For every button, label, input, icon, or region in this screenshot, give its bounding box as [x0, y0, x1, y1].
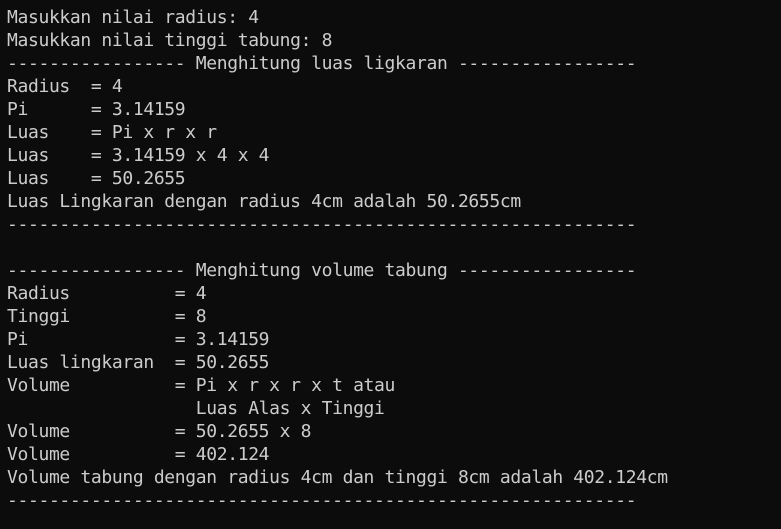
- output-line: Volume = 50.2655 x 8: [7, 421, 312, 442]
- output-line: Luas = Pi x r x r: [7, 122, 217, 143]
- output-line: Pi = 3.14159: [7, 329, 270, 350]
- separator-line: ----------------------------------------…: [7, 490, 637, 511]
- cylinder-volume-result: Volume tabung dengan radius 4cm dan ting…: [7, 467, 668, 488]
- output-line: Volume = Pi x r x r x t atau: [7, 375, 396, 396]
- output-line: Radius = 4: [7, 283, 207, 304]
- output-line: Radius = 4: [7, 76, 123, 97]
- prompt-radius-input: Masukkan nilai radius: 4: [7, 7, 259, 28]
- output-line: Luas = 3.14159 x 4 x 4: [7, 145, 270, 166]
- output-line: Luas lingkaran = 50.2655: [7, 352, 270, 373]
- output-line: Luas = 50.2655: [7, 168, 186, 189]
- output-line: Pi = 3.14159: [7, 99, 186, 120]
- separator-line: ----------------------------------------…: [7, 214, 637, 235]
- output-line: Luas Alas x Tinggi: [7, 398, 385, 419]
- output-line: Volume = 402.124: [7, 444, 270, 465]
- prompt-height-input: Masukkan nilai tinggi tabung: 8: [7, 30, 333, 51]
- section-header-cylinder-volume: ----------------- Menghitung volume tabu…: [7, 260, 637, 281]
- output-line: Tinggi = 8: [7, 306, 207, 327]
- section-header-circle-area: ----------------- Menghitung luas ligkar…: [7, 53, 637, 74]
- circle-area-result: Luas Lingkaran dengan radius 4cm adalah …: [7, 191, 521, 212]
- terminal-output[interactable]: Masukkan nilai radius: 4 Masukkan nilai …: [0, 0, 781, 529]
